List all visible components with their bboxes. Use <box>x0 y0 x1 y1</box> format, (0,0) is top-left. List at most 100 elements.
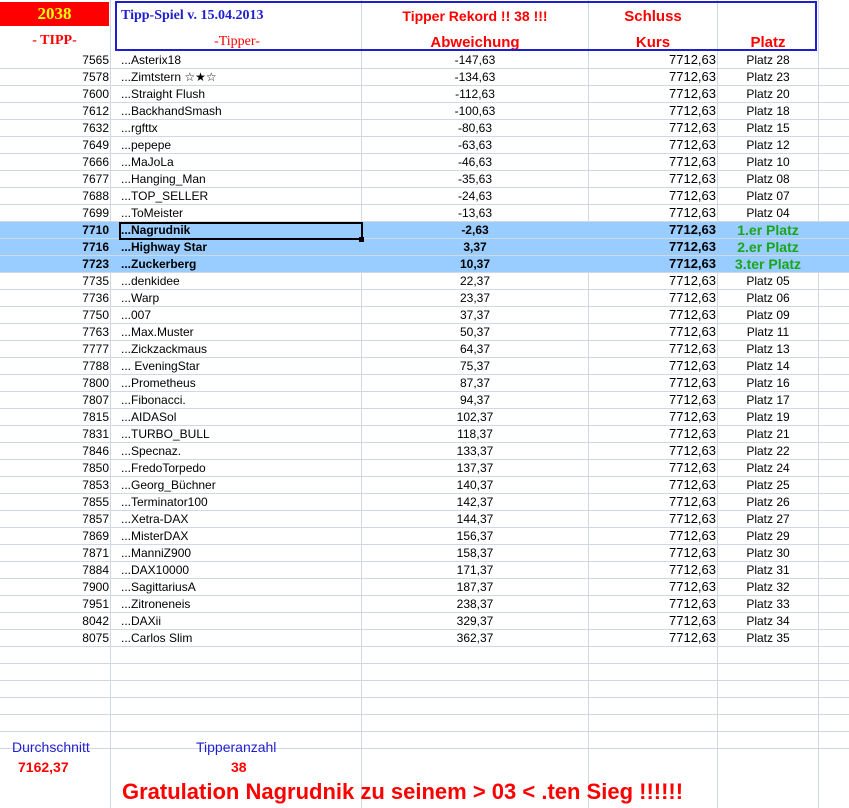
table-row[interactable]: 7846 ...Specnaz. 133,37 7712,63 Platz 22 <box>0 443 849 460</box>
tipp-cell[interactable]: 7578 <box>0 69 109 85</box>
tipper-name-cell[interactable]: ...ManniZ900 <box>121 545 361 561</box>
table-row[interactable]: 7850 ...FredoTorpedo 137,37 7712,63 Platz 24 <box>0 460 849 477</box>
tipper-name-cell[interactable]: ...TURBO_BULL <box>121 426 361 442</box>
platz-cell[interactable]: Platz 23 <box>718 69 818 85</box>
table-row[interactable]: 8042 ...DAXii 329,37 7712,63 Platz 34 <box>0 613 849 630</box>
deviation-cell[interactable]: 87,37 <box>362 375 588 391</box>
kurs-cell[interactable]: 7712,63 <box>589 341 716 357</box>
table-row[interactable]: 7951 ...Zitroneneis 238,37 7712,63 Platz 33 <box>0 596 849 613</box>
kurs-cell[interactable]: 7712,63 <box>589 579 716 595</box>
kurs-cell[interactable]: 7712,63 <box>589 256 716 272</box>
tipper-name-cell[interactable]: ...Highway Star <box>121 239 361 255</box>
deviation-cell[interactable]: -35,63 <box>362 171 588 187</box>
table-row[interactable]: 7666 ...MaJoLa -46,63 7712,63 Platz 10 <box>0 154 849 171</box>
kurs-cell[interactable]: 7712,63 <box>589 171 716 187</box>
tipper-name-cell[interactable]: ... EveningStar <box>121 358 361 374</box>
platz-cell[interactable]: Platz 16 <box>718 375 818 391</box>
tipp-cell[interactable]: 7850 <box>0 460 109 476</box>
platz-cell[interactable]: Platz 04 <box>718 205 818 221</box>
platz-cell[interactable]: Platz 13 <box>718 341 818 357</box>
tipp-cell[interactable]: 7831 <box>0 426 109 442</box>
table-row[interactable]: 7600 ...Straight Flush -112,63 7712,63 Platz… <box>0 86 849 103</box>
deviation-cell[interactable]: -13,63 <box>362 205 588 221</box>
tipper-name-cell[interactable]: ...007 <box>121 307 361 323</box>
kurs-cell[interactable]: 7712,63 <box>589 52 716 68</box>
platz-cell[interactable]: Platz 14 <box>718 358 818 374</box>
deviation-cell[interactable]: 238,37 <box>362 596 588 612</box>
table-row[interactable]: 7677 ...Hanging_Man -35,63 7712,63 Platz 08 <box>0 171 849 188</box>
platz-cell[interactable]: Platz 20 <box>718 86 818 102</box>
tipper-name-cell[interactable]: ...Asterix18 <box>121 52 361 68</box>
table-row[interactable]: 7788 ... EveningStar 75,37 7712,63 Platz 14 <box>0 358 849 375</box>
deviation-cell[interactable]: -24,63 <box>362 188 588 204</box>
tipp-cell[interactable]: 7855 <box>0 494 109 510</box>
table-row[interactable]: 7723 ...Zuckerberg 10,37 7712,63 3.ter Platz <box>0 256 849 273</box>
kurs-cell[interactable]: 7712,63 <box>589 188 716 204</box>
table-row[interactable]: 7716 ...Highway Star 3,37 7712,63 2.er Platz <box>0 239 849 256</box>
tipp-cell[interactable]: 7750 <box>0 307 109 323</box>
tipp-cell[interactable]: 7600 <box>0 86 109 102</box>
deviation-cell[interactable]: 362,37 <box>362 630 588 646</box>
deviation-cell[interactable]: 171,37 <box>362 562 588 578</box>
empty-row[interactable] <box>0 681 849 698</box>
tipp-cell[interactable]: 7710 <box>0 222 109 238</box>
tipp-cell[interactable]: 7677 <box>0 171 109 187</box>
fill-handle[interactable] <box>359 237 364 242</box>
kurs-cell[interactable]: 7712,63 <box>589 239 716 255</box>
kurs-cell[interactable]: 7712,63 <box>589 205 716 221</box>
tipper-name-cell[interactable]: ...denkidee <box>121 273 361 289</box>
deviation-cell[interactable]: -2,63 <box>362 222 588 238</box>
table-row[interactable]: 7735 ...denkidee 22,37 7712,63 Platz 05 <box>0 273 849 290</box>
deviation-cell[interactable]: 144,37 <box>362 511 588 527</box>
tipp-cell[interactable]: 7884 <box>0 562 109 578</box>
kurs-cell[interactable]: 7712,63 <box>589 69 716 85</box>
tipp-cell[interactable]: 8075 <box>0 630 109 646</box>
tipp-cell[interactable]: 7736 <box>0 290 109 306</box>
tipper-name-cell[interactable]: ...DAXii <box>121 613 361 629</box>
tipper-name-cell[interactable]: ...Straight Flush <box>121 86 361 102</box>
deviation-cell[interactable]: 50,37 <box>362 324 588 340</box>
platz-cell[interactable]: Platz 07 <box>718 188 818 204</box>
deviation-cell[interactable]: 22,37 <box>362 273 588 289</box>
table-row[interactable]: 7565 ...Asterix18 -147,63 7712,63 Platz 28 <box>0 52 849 69</box>
tipper-name-cell[interactable]: ...ToMeister <box>121 205 361 221</box>
tipper-name-cell[interactable]: ...TOP_SELLER <box>121 188 361 204</box>
tipper-name-cell[interactable]: ...Zimtstern ☆★☆ <box>121 69 361 85</box>
tipper-name-cell[interactable]: ...Xetra-DAX <box>121 511 361 527</box>
deviation-cell[interactable]: 133,37 <box>362 443 588 459</box>
platz-cell[interactable]: Platz 25 <box>718 477 818 493</box>
table-row[interactable]: 7750 ...007 37,37 7712,63 Platz 09 <box>0 307 849 324</box>
platz-cell[interactable]: Platz 21 <box>718 426 818 442</box>
table-row[interactable]: 7869 ...MisterDAX 156,37 7712,63 Platz 29 <box>0 528 849 545</box>
tipper-name-cell[interactable]: ...MisterDAX <box>121 528 361 544</box>
platz-cell[interactable]: Platz 12 <box>718 137 818 153</box>
tipper-name-cell[interactable]: ...pepepe <box>121 137 361 153</box>
table-row[interactable]: 7855 ...Terminator100 142,37 7712,63 Platz 2… <box>0 494 849 511</box>
kurs-cell[interactable]: 7712,63 <box>589 613 716 629</box>
tipp-cell[interactable]: 7649 <box>0 137 109 153</box>
table-row[interactable]: 7884 ...DAX10000 171,37 7712,63 Platz 31 <box>0 562 849 579</box>
deviation-cell[interactable]: 137,37 <box>362 460 588 476</box>
platz-cell[interactable]: Platz 10 <box>718 154 818 170</box>
kurs-cell[interactable]: 7712,63 <box>589 630 716 646</box>
deviation-cell[interactable]: 64,37 <box>362 341 588 357</box>
active-cell-selection[interactable] <box>119 222 363 240</box>
table-row[interactable]: 7871 ...ManniZ900 158,37 7712,63 Platz 30 <box>0 545 849 562</box>
deviation-cell[interactable]: 3,37 <box>362 239 588 255</box>
table-row[interactable]: 7853 ...Georg_Büchner 140,37 7712,63 Platz 2… <box>0 477 849 494</box>
deviation-cell[interactable]: -100,63 <box>362 103 588 119</box>
platz-cell[interactable]: Platz 26 <box>718 494 818 510</box>
table-row[interactable]: 7763 ...Max.Muster 50,37 7712,63 Platz 11 <box>0 324 849 341</box>
platz-cell[interactable]: Platz 24 <box>718 460 818 476</box>
tipper-name-cell[interactable]: ...MaJoLa <box>121 154 361 170</box>
table-row[interactable]: 7857 ...Xetra-DAX 144,37 7712,63 Platz 27 <box>0 511 849 528</box>
congratulation-banner[interactable]: Gratulation Nagrudnik zu seinem > 03 < .… <box>122 779 683 805</box>
tipper-name-cell[interactable]: ...FredoTorpedo <box>121 460 361 476</box>
deviation-cell[interactable]: 329,37 <box>362 613 588 629</box>
tipper-name-cell[interactable]: ...Max.Muster <box>121 324 361 340</box>
kurs-cell[interactable]: 7712,63 <box>589 596 716 612</box>
tipp-cell[interactable]: 7763 <box>0 324 109 340</box>
table-row[interactable]: 7699 ...ToMeister -13,63 7712,63 Platz 04 <box>0 205 849 222</box>
platz-cell[interactable]: 1.er Platz <box>718 222 818 238</box>
tipper-count-label[interactable]: Tipperanzahl <box>196 739 276 755</box>
